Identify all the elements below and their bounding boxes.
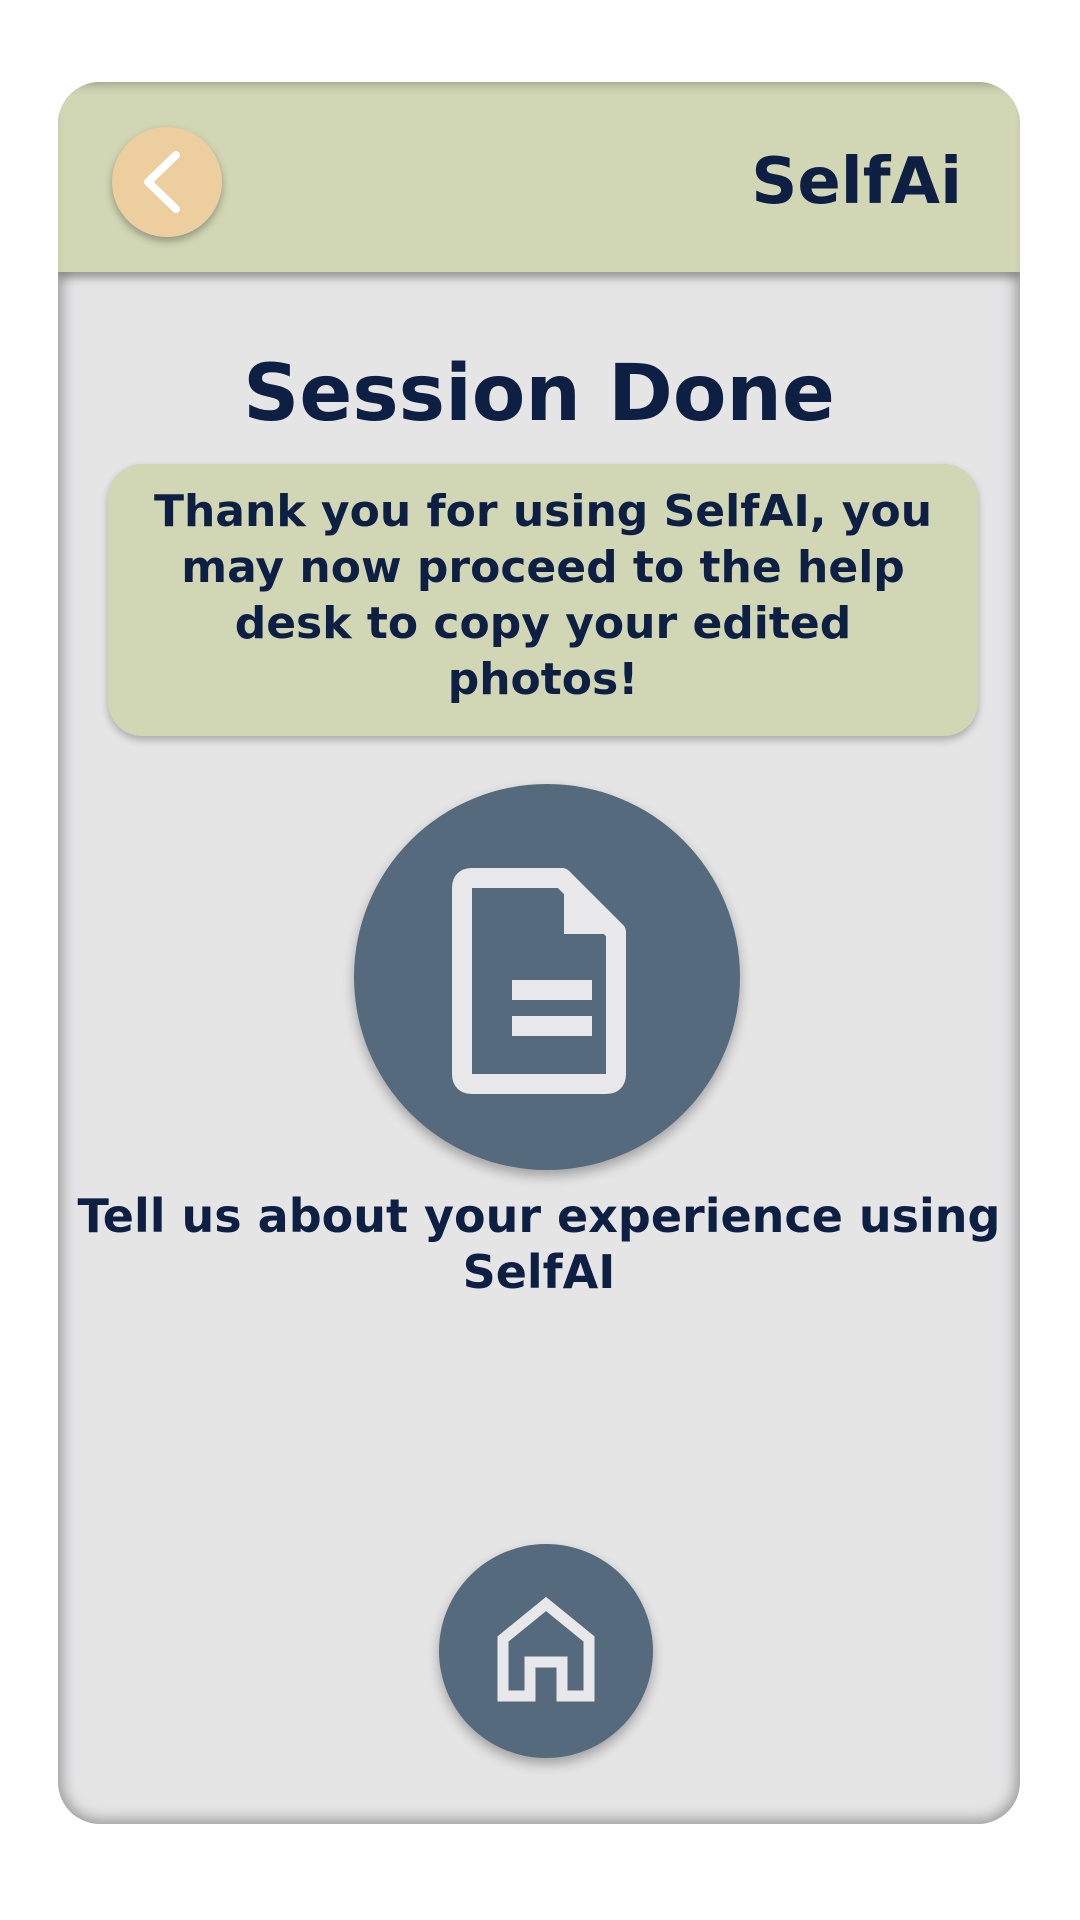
feedback-button[interactable] bbox=[354, 784, 740, 1170]
feedback-label: Tell us about your experience using Self… bbox=[77, 1189, 1001, 1299]
app-frame: SelfAi Session Done Thank you for using … bbox=[58, 82, 1020, 1824]
message-text: Thank you for using SelfAI, you may now … bbox=[153, 486, 933, 705]
back-button[interactable] bbox=[112, 127, 222, 237]
page-title: Session Done bbox=[243, 349, 835, 439]
chevron-left-icon bbox=[144, 151, 180, 213]
home-button[interactable] bbox=[439, 1544, 653, 1758]
home-icon bbox=[497, 1596, 595, 1702]
app-header: SelfAi bbox=[58, 82, 1020, 272]
message-card: Thank you for using SelfAI, you may now … bbox=[108, 464, 978, 736]
document-icon bbox=[452, 868, 626, 1094]
app-brand: SelfAi bbox=[751, 145, 962, 219]
